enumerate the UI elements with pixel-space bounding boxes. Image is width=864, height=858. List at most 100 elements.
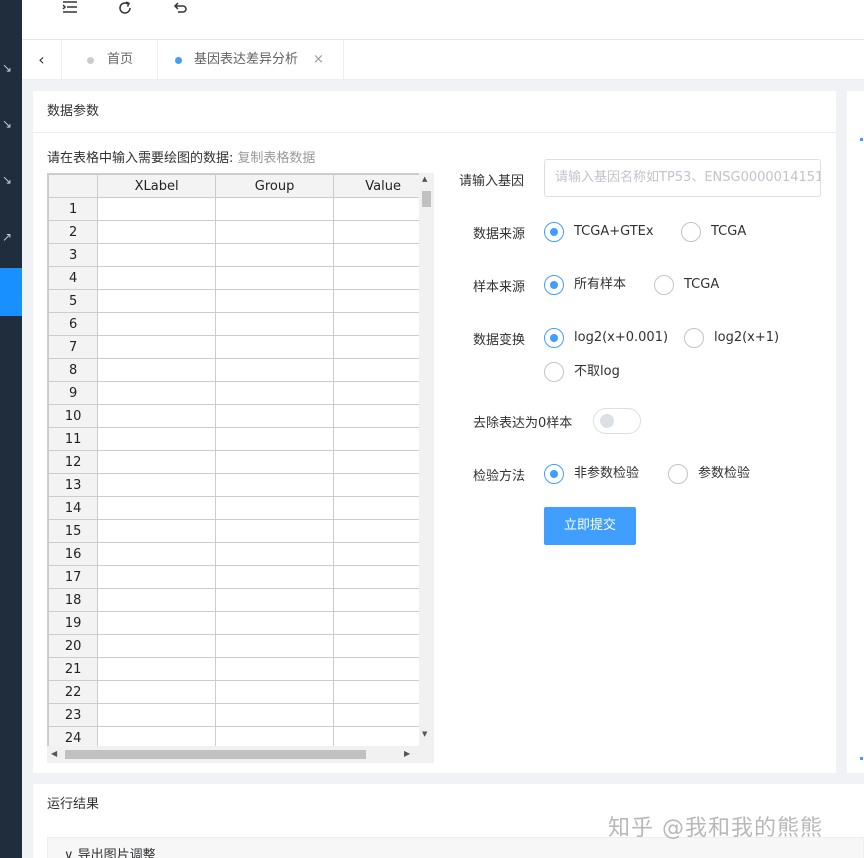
table-cell[interactable]: [333, 427, 433, 451]
table-cell[interactable]: [333, 220, 433, 244]
table-cell[interactable]: [214, 703, 335, 727]
table-cell[interactable]: [97, 542, 216, 566]
table-cell[interactable]: [97, 611, 216, 635]
column-header[interactable]: XLabel: [97, 174, 216, 198]
table-cell[interactable]: [333, 197, 433, 221]
refresh-icon[interactable]: [113, 0, 137, 20]
row-header[interactable]: 22: [48, 680, 99, 704]
row-header[interactable]: 23: [48, 703, 99, 727]
vertical-scroll-thumb[interactable]: [422, 191, 431, 207]
sidebar-item-active[interactable]: [0, 268, 22, 316]
scroll-right-icon[interactable]: ▶: [404, 749, 410, 758]
table-cell[interactable]: [214, 473, 335, 497]
row-header[interactable]: 12: [48, 450, 99, 474]
sidebar-item-1[interactable]: ↘: [0, 58, 22, 78]
table-cell[interactable]: [214, 450, 335, 474]
table-cell[interactable]: [333, 542, 433, 566]
scroll-up-icon[interactable]: ▲: [422, 175, 427, 183]
remove-zero-toggle[interactable]: [593, 408, 641, 434]
undo-icon[interactable]: [168, 0, 192, 20]
row-header[interactable]: 17: [48, 565, 99, 589]
table-cell[interactable]: [214, 427, 335, 451]
sidebar-item-4[interactable]: ↗: [0, 227, 22, 247]
table-cell[interactable]: [214, 519, 335, 543]
table-cell[interactable]: [333, 358, 433, 382]
radio-sample-tcga[interactable]: TCGA: [654, 275, 719, 295]
close-icon[interactable]: ×: [313, 40, 324, 80]
radio-sample-all[interactable]: 所有样本: [544, 275, 626, 295]
row-header[interactable]: 13: [48, 473, 99, 497]
column-header[interactable]: Value: [333, 174, 433, 198]
table-cell[interactable]: [333, 450, 433, 474]
table-cell[interactable]: [333, 634, 433, 658]
table-cell[interactable]: [214, 243, 335, 267]
table-cell[interactable]: [97, 680, 216, 704]
scroll-left-icon[interactable]: ◀: [51, 749, 57, 758]
table-cell[interactable]: [97, 266, 216, 290]
table-cell[interactable]: [333, 588, 433, 612]
radio-log2-1[interactable]: log2(x+1): [684, 328, 779, 348]
row-header[interactable]: 15: [48, 519, 99, 543]
table-cell[interactable]: [97, 312, 216, 336]
row-header[interactable]: 5: [48, 289, 99, 313]
row-header[interactable]: 10: [48, 404, 99, 428]
table-cell[interactable]: [97, 657, 216, 681]
row-header[interactable]: 2: [48, 220, 99, 244]
table-cell[interactable]: [97, 496, 216, 520]
row-header[interactable]: 9: [48, 381, 99, 405]
table-cell[interactable]: [333, 680, 433, 704]
radio-parametric[interactable]: 参数检验: [668, 464, 750, 484]
table-cell[interactable]: [333, 703, 433, 727]
table-cell[interactable]: [333, 473, 433, 497]
table-cell[interactable]: [214, 680, 335, 704]
table-cell[interactable]: [214, 565, 335, 589]
back-icon[interactable]: ‹: [22, 40, 62, 80]
table-cell[interactable]: [97, 220, 216, 244]
column-header[interactable]: Group: [214, 174, 335, 198]
row-header[interactable]: 19: [48, 611, 99, 635]
table-cell[interactable]: [333, 519, 433, 543]
table-cell[interactable]: [333, 404, 433, 428]
row-header[interactable]: 18: [48, 588, 99, 612]
horizontal-scrollbar[interactable]: ◀ ▶: [47, 746, 434, 763]
tab-gene-analysis[interactable]: 基因表达差异分析 ×: [158, 40, 344, 80]
table-cell[interactable]: [214, 358, 335, 382]
table-cell[interactable]: [333, 266, 433, 290]
row-header[interactable]: 20: [48, 634, 99, 658]
table-cell[interactable]: [333, 312, 433, 336]
table-cell[interactable]: [214, 588, 335, 612]
table-cell[interactable]: [97, 703, 216, 727]
copy-table-link[interactable]: 复制表格数据: [237, 151, 315, 166]
menu-icon[interactable]: [58, 0, 82, 20]
radio-nonparametric[interactable]: 非参数检验: [544, 464, 639, 484]
row-header[interactable]: 3: [48, 243, 99, 267]
gene-input[interactable]: 请输入基因名称如TP53、ENSG00000141510: [544, 159, 821, 197]
table-cell[interactable]: [214, 335, 335, 359]
table-cell[interactable]: [214, 657, 335, 681]
table-cell[interactable]: [97, 381, 216, 405]
table-cell[interactable]: [97, 450, 216, 474]
table-cell[interactable]: [333, 289, 433, 313]
tab-home[interactable]: 首页: [62, 40, 158, 80]
table-cell[interactable]: [214, 312, 335, 336]
table-cell[interactable]: [214, 289, 335, 313]
table-cell[interactable]: [97, 335, 216, 359]
row-header[interactable]: 14: [48, 496, 99, 520]
table-cell[interactable]: [333, 381, 433, 405]
vertical-scrollbar[interactable]: ▲ ▼: [419, 173, 434, 746]
table-cell[interactable]: [214, 542, 335, 566]
radio-log2-0001[interactable]: log2(x+0.001): [544, 328, 668, 348]
table-cell[interactable]: [214, 197, 335, 221]
table-cell[interactable]: [97, 404, 216, 428]
table-cell[interactable]: [214, 611, 335, 635]
spreadsheet-corner[interactable]: [48, 174, 99, 198]
row-header[interactable]: 7: [48, 335, 99, 359]
table-cell[interactable]: [214, 496, 335, 520]
table-cell[interactable]: [97, 473, 216, 497]
table-cell[interactable]: [333, 496, 433, 520]
table-cell[interactable]: [214, 266, 335, 290]
row-header[interactable]: 8: [48, 358, 99, 382]
sidebar-item-3[interactable]: ↘: [0, 170, 22, 190]
table-cell[interactable]: [97, 634, 216, 658]
submit-button[interactable]: 立即提交: [544, 507, 636, 545]
